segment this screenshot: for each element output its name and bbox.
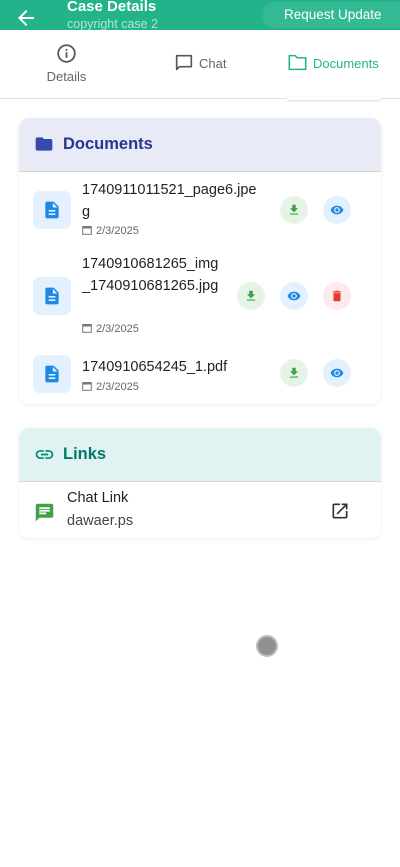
file-icon <box>45 201 59 219</box>
tab-documents-label: Documents <box>313 56 379 71</box>
delete-button[interactable] <box>323 282 351 310</box>
document-date-text: 2/3/2025 <box>96 381 139 393</box>
download-button[interactable] <box>280 359 308 387</box>
links-card-header: Links <box>19 428 381 482</box>
tab-details-label: Details <box>46 69 87 84</box>
documents-title: Documents <box>63 135 153 153</box>
links-card: Links Chat Link dawaer.ps <box>19 428 381 538</box>
tab-documents[interactable]: Documents <box>266 30 400 99</box>
message-icon <box>35 503 54 522</box>
folder-icon <box>35 137 53 151</box>
view-button[interactable] <box>323 359 351 387</box>
calendar-icon <box>82 324 92 333</box>
active-tab-indicator <box>287 97 380 100</box>
request-update-button[interactable]: Request Update <box>262 2 400 28</box>
link-item[interactable]: Chat Link dawaer.ps <box>19 482 381 538</box>
calendar-icon <box>82 382 92 391</box>
document-date-text: 2/3/2025 <box>96 323 139 335</box>
eye-icon <box>287 291 301 301</box>
open-external-icon[interactable] <box>330 501 350 521</box>
document-thumbnail <box>33 277 71 315</box>
document-date: 2/3/2025 <box>82 225 139 237</box>
tab-chat[interactable]: Chat <box>133 30 266 99</box>
eye-icon <box>330 368 344 378</box>
eye-icon <box>330 205 344 215</box>
download-icon <box>289 367 299 378</box>
document-item: 1740910654245_1.pdf 2/3/2025 <box>19 350 381 400</box>
document-date: 2/3/2025 <box>82 381 139 393</box>
document-item: 1740911011521_page6.jpeg 2/3/2025 <box>19 174 381 244</box>
link-icon <box>35 450 54 459</box>
link-url: dawaer.ps <box>67 513 134 529</box>
document-date-text: 2/3/2025 <box>96 225 139 237</box>
document-name: 1740910681265_img_1740910681265.jpg <box>82 256 219 294</box>
app-bar: Case Details copyright case 2 Request Up… <box>0 0 400 31</box>
download-button[interactable] <box>237 282 265 310</box>
tab-chat-label: Chat <box>199 56 227 71</box>
trash-icon <box>332 290 342 302</box>
calendar-icon <box>82 226 92 235</box>
chat-icon <box>175 54 193 71</box>
page-title: Case Details <box>67 0 157 15</box>
file-icon <box>45 287 59 305</box>
link-title: Chat Link <box>67 490 129 506</box>
document-date: 2/3/2025 <box>82 323 139 335</box>
download-button[interactable] <box>280 196 308 224</box>
touch-indicator <box>256 635 278 657</box>
document-thumbnail <box>33 191 71 229</box>
view-button[interactable] <box>280 282 308 310</box>
links-title: Links <box>63 445 107 463</box>
document-item: 1740910681265_img_1740910681265.jpg 2/3/… <box>19 252 381 342</box>
document-name: 1740910654245_1.pdf <box>82 359 228 375</box>
document-thumbnail <box>33 355 71 393</box>
documents-card-header: Documents <box>19 118 381 172</box>
info-icon <box>57 44 76 63</box>
tab-bar: Details Chat Documents <box>0 30 400 99</box>
view-button[interactable] <box>323 196 351 224</box>
file-icon <box>45 365 59 383</box>
download-icon <box>246 290 256 301</box>
tab-details[interactable]: Details <box>0 30 133 99</box>
arrow-left-icon <box>18 10 34 26</box>
documents-card: Documents 1740911011521_page6.jpeg 2/3/2… <box>19 118 381 404</box>
download-icon <box>289 204 299 215</box>
folder-icon <box>288 54 307 71</box>
back-button[interactable] <box>14 6 38 30</box>
document-name: 1740911011521_page6.jpeg <box>82 182 257 220</box>
